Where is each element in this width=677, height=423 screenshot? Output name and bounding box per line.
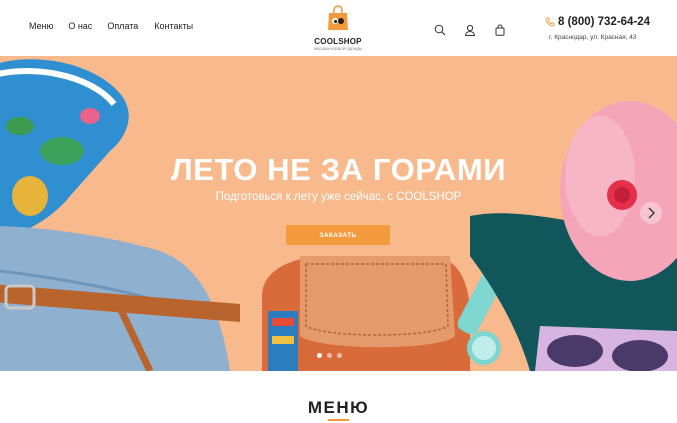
chevron-right-icon: [648, 207, 655, 219]
phone-icon: [545, 17, 555, 27]
section-title: МЕНЮ: [307, 398, 370, 417]
address: г. Краснодар, ул. Красная, 43: [549, 34, 637, 41]
slider-dots: [317, 353, 342, 358]
slider-dot[interactable]: [317, 353, 322, 358]
logo-name: COOLSHOP: [314, 37, 362, 46]
nav-item-contacts[interactable]: Контакты: [154, 21, 193, 31]
order-button[interactable]: ЗАКАЗАТЬ: [286, 225, 390, 245]
hero-title: ЛЕТО НЕ ЗА ГОРАМИ: [170, 152, 507, 187]
nav-item-menu[interactable]: Меню: [29, 21, 53, 31]
hero-subtitle: Подготовься к лету уже сейчас, с COOLSHO…: [215, 191, 462, 203]
phone[interactable]: 8 (800) 732-64-24: [545, 16, 650, 28]
site-header: Меню О нас Оплата Контакты COOLSHOP МАГА…: [0, 0, 677, 56]
nav-item-payment[interactable]: Оплата: [107, 21, 138, 31]
logo[interactable]: COOLSHOP МАГАЗИН КЛЕВОЙ ОДЕЖДЫ: [311, 5, 365, 53]
logo-tagline: МАГАЗИН КЛЕВОЙ ОДЕЖДЫ: [313, 47, 363, 51]
slider-next-button[interactable]: [640, 202, 662, 224]
search-icon[interactable]: [434, 24, 446, 36]
hero-banner: ЛЕТО НЕ ЗА ГОРАМИ Подготовься к лету уже…: [0, 56, 677, 371]
section-title-underline: [328, 419, 349, 421]
slider-dot[interactable]: [327, 353, 332, 358]
hero-background-image: [0, 59, 677, 371]
nav-item-about[interactable]: О нас: [68, 21, 92, 31]
slider-dot[interactable]: [337, 353, 342, 358]
phone-number[interactable]: 8 (800) 732-64-24: [558, 16, 650, 28]
cart-icon[interactable]: [494, 24, 506, 36]
shopping-bag-logo-icon: [328, 5, 348, 30]
user-icon[interactable]: [464, 24, 476, 36]
main-nav: Меню О нас Оплата Контакты: [29, 21, 193, 31]
